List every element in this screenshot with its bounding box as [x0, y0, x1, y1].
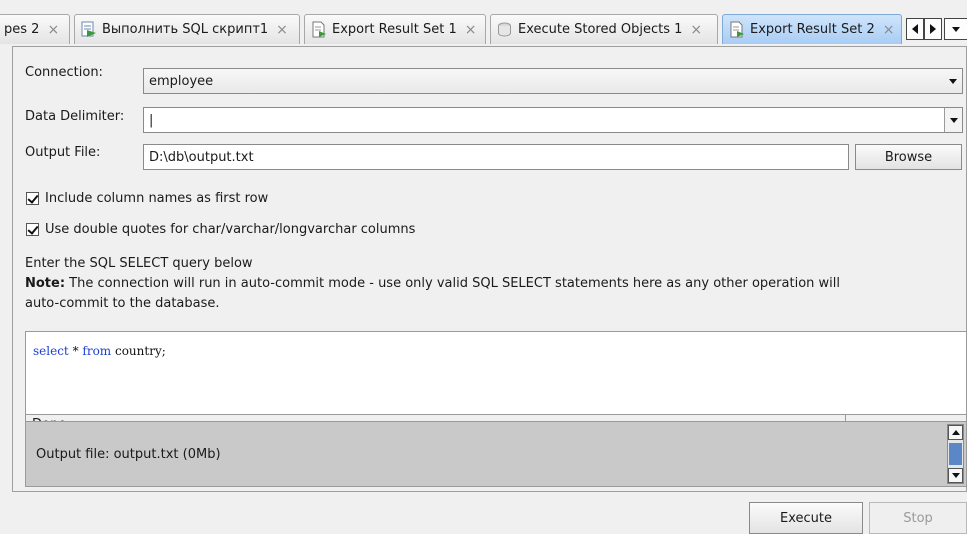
sql-query-editor[interactable]: select * from country; Done: [25, 331, 967, 435]
editor-tab-bar: pes 2 × Выполнить SQL скрипт1 × Export R…: [0, 0, 967, 46]
connection-label: Connection:: [25, 65, 103, 80]
tab-scroll-right-button[interactable]: [924, 18, 942, 40]
scroll-thumb[interactable]: [949, 443, 962, 465]
double-quotes-label: Use double quotes for char/varchar/longv…: [45, 222, 416, 237]
checkbox-checked-icon[interactable]: [26, 223, 39, 236]
chevron-down-icon: [952, 26, 960, 32]
chevron-down-icon: [949, 117, 958, 123]
tab-label: pes 2: [4, 22, 40, 37]
close-icon[interactable]: ×: [47, 22, 59, 38]
output-file-status: Output file: output.txt (0Mb): [36, 447, 221, 462]
delimiter-combo[interactable]: |: [143, 107, 963, 133]
sql-script-icon: [81, 21, 96, 37]
delimiter-value: |: [149, 112, 154, 128]
arrow-up-icon: [951, 430, 960, 435]
chevron-left-icon: [912, 24, 918, 34]
output-file-value: D:\db\output.txt: [149, 149, 254, 165]
export-result-set-panel: Connection: employee Data Delimiter: | O…: [12, 46, 967, 492]
output-file-input[interactable]: D:\db\output.txt: [143, 144, 849, 170]
close-icon[interactable]: ×: [883, 22, 895, 38]
tab-list-button[interactable]: [944, 18, 967, 40]
browse-button-label: Browse: [884, 149, 933, 165]
scroll-up-button[interactable]: [948, 425, 963, 440]
chevron-right-icon: [930, 24, 936, 34]
close-icon[interactable]: ×: [276, 22, 288, 38]
output-file-label: Output File:: [25, 145, 101, 160]
close-icon[interactable]: ×: [690, 22, 702, 38]
tab-export-result-set-1[interactable]: Export Result Set 1 ×: [304, 14, 486, 44]
tab-label: Execute Stored Objects 1: [518, 22, 683, 37]
note-label: Note:: [25, 276, 66, 291]
tab-export-result-set-2[interactable]: Export Result Set 2 ×: [722, 14, 902, 44]
tab-types-2[interactable]: pes 2 ×: [0, 14, 70, 44]
sql-keyword: select: [33, 344, 69, 358]
connection-select[interactable]: employee: [143, 68, 963, 94]
tab-execute-stored-objects[interactable]: Execute Stored Objects 1 ×: [490, 14, 718, 44]
note-body: The connection will run in auto-commit m…: [65, 276, 840, 291]
delimiter-label: Data Delimiter:: [25, 109, 125, 124]
tab-label: Выполнить SQL скрипт1: [102, 22, 269, 37]
sql-text: *: [68, 344, 83, 358]
sql-code[interactable]: select * from country;: [33, 344, 166, 358]
sql-text: country;: [111, 344, 166, 358]
double-quotes-checkbox[interactable]: Use double quotes for char/varchar/longv…: [26, 222, 415, 237]
note-text: Note: The connection will run in auto-co…: [25, 276, 840, 291]
include-column-names-checkbox[interactable]: Include column names as first row: [26, 191, 268, 206]
execute-button-label: Execute: [780, 510, 832, 526]
browse-button[interactable]: Browse: [855, 144, 962, 170]
dropdown-arrow[interactable]: [944, 108, 962, 132]
close-icon[interactable]: ×: [465, 22, 477, 38]
tab-sql-script[interactable]: Выполнить SQL скрипт1 ×: [74, 14, 300, 44]
connection-value: employee: [149, 73, 214, 89]
output-log-panel: Output file: output.txt (0Mb): [25, 421, 967, 487]
tab-scroll-left-button[interactable]: [906, 18, 924, 40]
stored-objects-icon: [498, 22, 511, 37]
export-document-icon: [730, 21, 744, 38]
scroll-down-button[interactable]: [948, 468, 963, 483]
execute-button[interactable]: Execute: [749, 502, 863, 534]
checkbox-checked-icon[interactable]: [26, 192, 39, 205]
stop-button-label: Stop: [903, 510, 933, 526]
query-instruction: Enter the SQL SELECT query below: [25, 256, 253, 271]
chevron-down-icon: [949, 78, 957, 84]
stop-button[interactable]: Stop: [869, 502, 967, 534]
note-text-continued: auto-commit to the database.: [25, 296, 220, 311]
sql-keyword: from: [82, 344, 112, 358]
include-column-names-label: Include column names as first row: [45, 191, 269, 206]
vertical-scrollbar[interactable]: [947, 424, 964, 484]
tab-label: Export Result Set 1: [332, 22, 457, 37]
export-document-icon: [312, 21, 326, 38]
tab-label: Export Result Set 2: [750, 22, 875, 37]
dropdown-arrow[interactable]: [944, 69, 962, 93]
arrow-down-icon: [951, 473, 960, 478]
